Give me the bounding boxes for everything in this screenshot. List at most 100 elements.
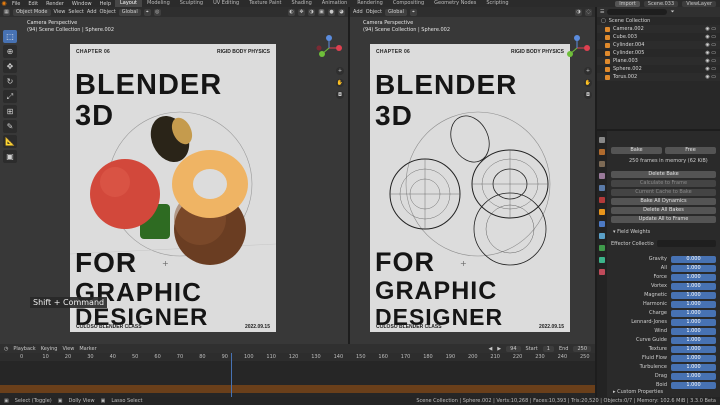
start-frame-field[interactable]: 1 (542, 345, 554, 352)
update-all-to-frame-button[interactable]: Update All to Frame (611, 216, 716, 223)
visibility-toggles[interactable]: ◉ ▭ (705, 74, 716, 80)
pan-hand-right-icon[interactable]: ✋ (584, 79, 592, 87)
scale-tool-icon[interactable]: ⤢ (3, 90, 17, 103)
tab-shading[interactable]: Shading (286, 0, 316, 7)
visibility-toggles[interactable]: ◉ ▭ (705, 50, 716, 56)
tab-texture-paint[interactable]: Texture Paint (244, 0, 286, 7)
visibility-icon[interactable]: ◐ (288, 8, 295, 16)
play-reverse-icon[interactable]: ◀ (488, 346, 492, 352)
output-tab-icon[interactable] (599, 161, 605, 167)
menu-window[interactable]: Window (68, 1, 96, 7)
field-weight-value[interactable]: 1.000 (671, 318, 716, 326)
tab-compositing[interactable]: Compositing (388, 0, 429, 7)
outliner-item-cylinder-004[interactable]: Cylinder.004 ◉ ▭ (597, 41, 720, 49)
timeline-menu-marker[interactable]: Marker (79, 346, 96, 352)
blender-logo-icon[interactable]: ◉ (0, 0, 8, 7)
outliner-item-torus[interactable]: Torus.002 ◉ ▭ (597, 73, 720, 81)
delete-all-bakes-button[interactable]: Delete All Bakes (611, 207, 716, 214)
end-frame-field[interactable]: 250 (573, 345, 591, 352)
bake-button[interactable]: Bake (611, 147, 662, 154)
calculate-to-frame-button[interactable]: Calculate to Frame (611, 180, 716, 187)
field-weight-value[interactable]: 1.000 (671, 345, 716, 353)
menu-view[interactable]: View (54, 9, 66, 15)
xray-icon[interactable]: ▣ (318, 8, 325, 16)
field-weight-value[interactable]: 1.000 (671, 300, 716, 308)
timeline-ruler[interactable]: 0 10 20 30 40 50 60 70 80 90 100 110 120 130 140 150 160… (0, 353, 595, 361)
delete-bake-button[interactable]: Delete Bake (611, 171, 716, 178)
timeline-track[interactable] (0, 361, 595, 397)
visibility-toggles[interactable]: ◉ ▭ (705, 42, 716, 48)
menu-object-right[interactable]: Object (366, 9, 382, 15)
shading-solid-icon[interactable]: ● (328, 8, 335, 16)
zoom-right-icon[interactable]: + (584, 67, 592, 75)
navigation-gizmo-right-icon[interactable] (564, 35, 590, 61)
timeline-menu-playback[interactable]: Playback (13, 346, 35, 352)
outliner-search-input[interactable] (607, 9, 668, 15)
outliner-item-plane[interactable]: Plane.003 ◉ ▭ (597, 57, 720, 65)
right-viewport[interactable]: Camera Perspective (94) Scene Collection… (350, 17, 595, 344)
physics-tab-icon[interactable] (599, 233, 605, 239)
free-button[interactable]: Free (665, 147, 716, 154)
tab-animation[interactable]: Animation (317, 0, 353, 7)
proportional-edit-icon[interactable]: ◎ (153, 8, 161, 16)
field-weight-value[interactable]: 1.000 (671, 282, 716, 290)
tab-layout[interactable]: Layout (115, 0, 142, 7)
navigation-gizmo-icon[interactable] (316, 35, 342, 61)
field-weight-value[interactable]: 1.000 (671, 354, 716, 362)
shading-wire-icon[interactable]: ◌ (585, 8, 592, 16)
visibility-toggles[interactable]: ◉ ▭ (705, 66, 716, 72)
menu-help[interactable]: Help (96, 1, 115, 7)
timeline-menu-view[interactable]: View (62, 346, 74, 352)
pan-hand-icon[interactable]: ✋ (336, 79, 344, 87)
add-cube-tool-icon[interactable]: ▣ (3, 150, 17, 163)
annotate-tool-icon[interactable]: ✎ (3, 120, 17, 133)
mode-selector[interactable]: Object Mode (13, 8, 51, 16)
outliner-item-sphere[interactable]: Sphere.002 ◉ ▭ (597, 65, 720, 73)
effector-collection-field[interactable] (657, 240, 716, 247)
field-weight-value[interactable]: 1.000 (671, 264, 716, 272)
move-tool-icon[interactable]: ✥ (3, 60, 17, 73)
camera-view-icon[interactable]: ◘ (336, 91, 344, 99)
cursor-tool-icon[interactable]: ⊕ (3, 45, 17, 58)
select-box-tool-icon[interactable]: ⬚ (3, 30, 17, 43)
view-layer-selector[interactable]: ViewLayer (682, 0, 716, 7)
shading-render-icon[interactable]: ◕ (338, 8, 345, 16)
field-weight-value[interactable]: 1.000 (671, 273, 716, 281)
gizmo-icon[interactable]: ✥ (298, 8, 305, 16)
render-tab-icon[interactable] (599, 149, 605, 155)
current-frame-field[interactable]: 94 (506, 345, 521, 352)
tab-geometry-nodes[interactable]: Geometry Nodes (429, 0, 481, 7)
menu-object[interactable]: Object (100, 9, 116, 15)
current-cache-to-bake-button[interactable]: Current Cache to Bake (611, 189, 716, 196)
transform-tool-icon[interactable]: ⊞ (3, 105, 17, 118)
menu-select[interactable]: Select (68, 9, 83, 15)
menu-add-right[interactable]: Add (353, 9, 363, 15)
visibility-toggles[interactable]: ◉ ▭ (705, 34, 716, 40)
visibility-toggles[interactable]: ◉ ▭ (705, 58, 716, 64)
data-tab-icon[interactable] (599, 257, 605, 263)
object-tab-icon[interactable] (599, 209, 605, 215)
visibility-toggles[interactable]: ◉ ▭ (705, 26, 716, 32)
menu-file[interactable]: File (8, 1, 24, 7)
transform-orientation[interactable]: Global (118, 8, 141, 16)
tab-sculpting[interactable]: Sculpting (175, 0, 208, 7)
field-weight-value[interactable]: 1.000 (671, 336, 716, 344)
editor-type-icon[interactable]: ▦ (3, 8, 10, 16)
tool-tab-icon[interactable] (599, 137, 605, 143)
field-weight-value[interactable]: 1.000 (671, 381, 716, 389)
overlay-icon-right[interactable]: ◑ (575, 8, 582, 16)
menu-edit[interactable]: Edit (24, 1, 42, 7)
zoom-icon[interactable]: + (336, 67, 344, 75)
field-weight-value[interactable]: 1.000 (671, 291, 716, 299)
field-weights-header[interactable]: ▾ Field Weights (613, 229, 650, 235)
measure-tool-icon[interactable]: 📐 (3, 135, 17, 148)
timeline-editor-icon[interactable]: ◷ (4, 346, 8, 352)
material-tab-icon[interactable] (599, 269, 605, 275)
transform-orientation-right[interactable]: Global (384, 8, 407, 16)
outliner-item-cylinder-005[interactable]: Cylinder.005 ◉ ▭ (597, 49, 720, 57)
menu-add[interactable]: Add (87, 9, 97, 15)
custom-properties-header[interactable]: ▸ Custom Properties (613, 389, 663, 395)
scene-tab-icon[interactable] (599, 185, 605, 191)
modifier-tab-icon[interactable] (599, 221, 605, 227)
field-weight-value[interactable]: 1.000 (671, 327, 716, 335)
